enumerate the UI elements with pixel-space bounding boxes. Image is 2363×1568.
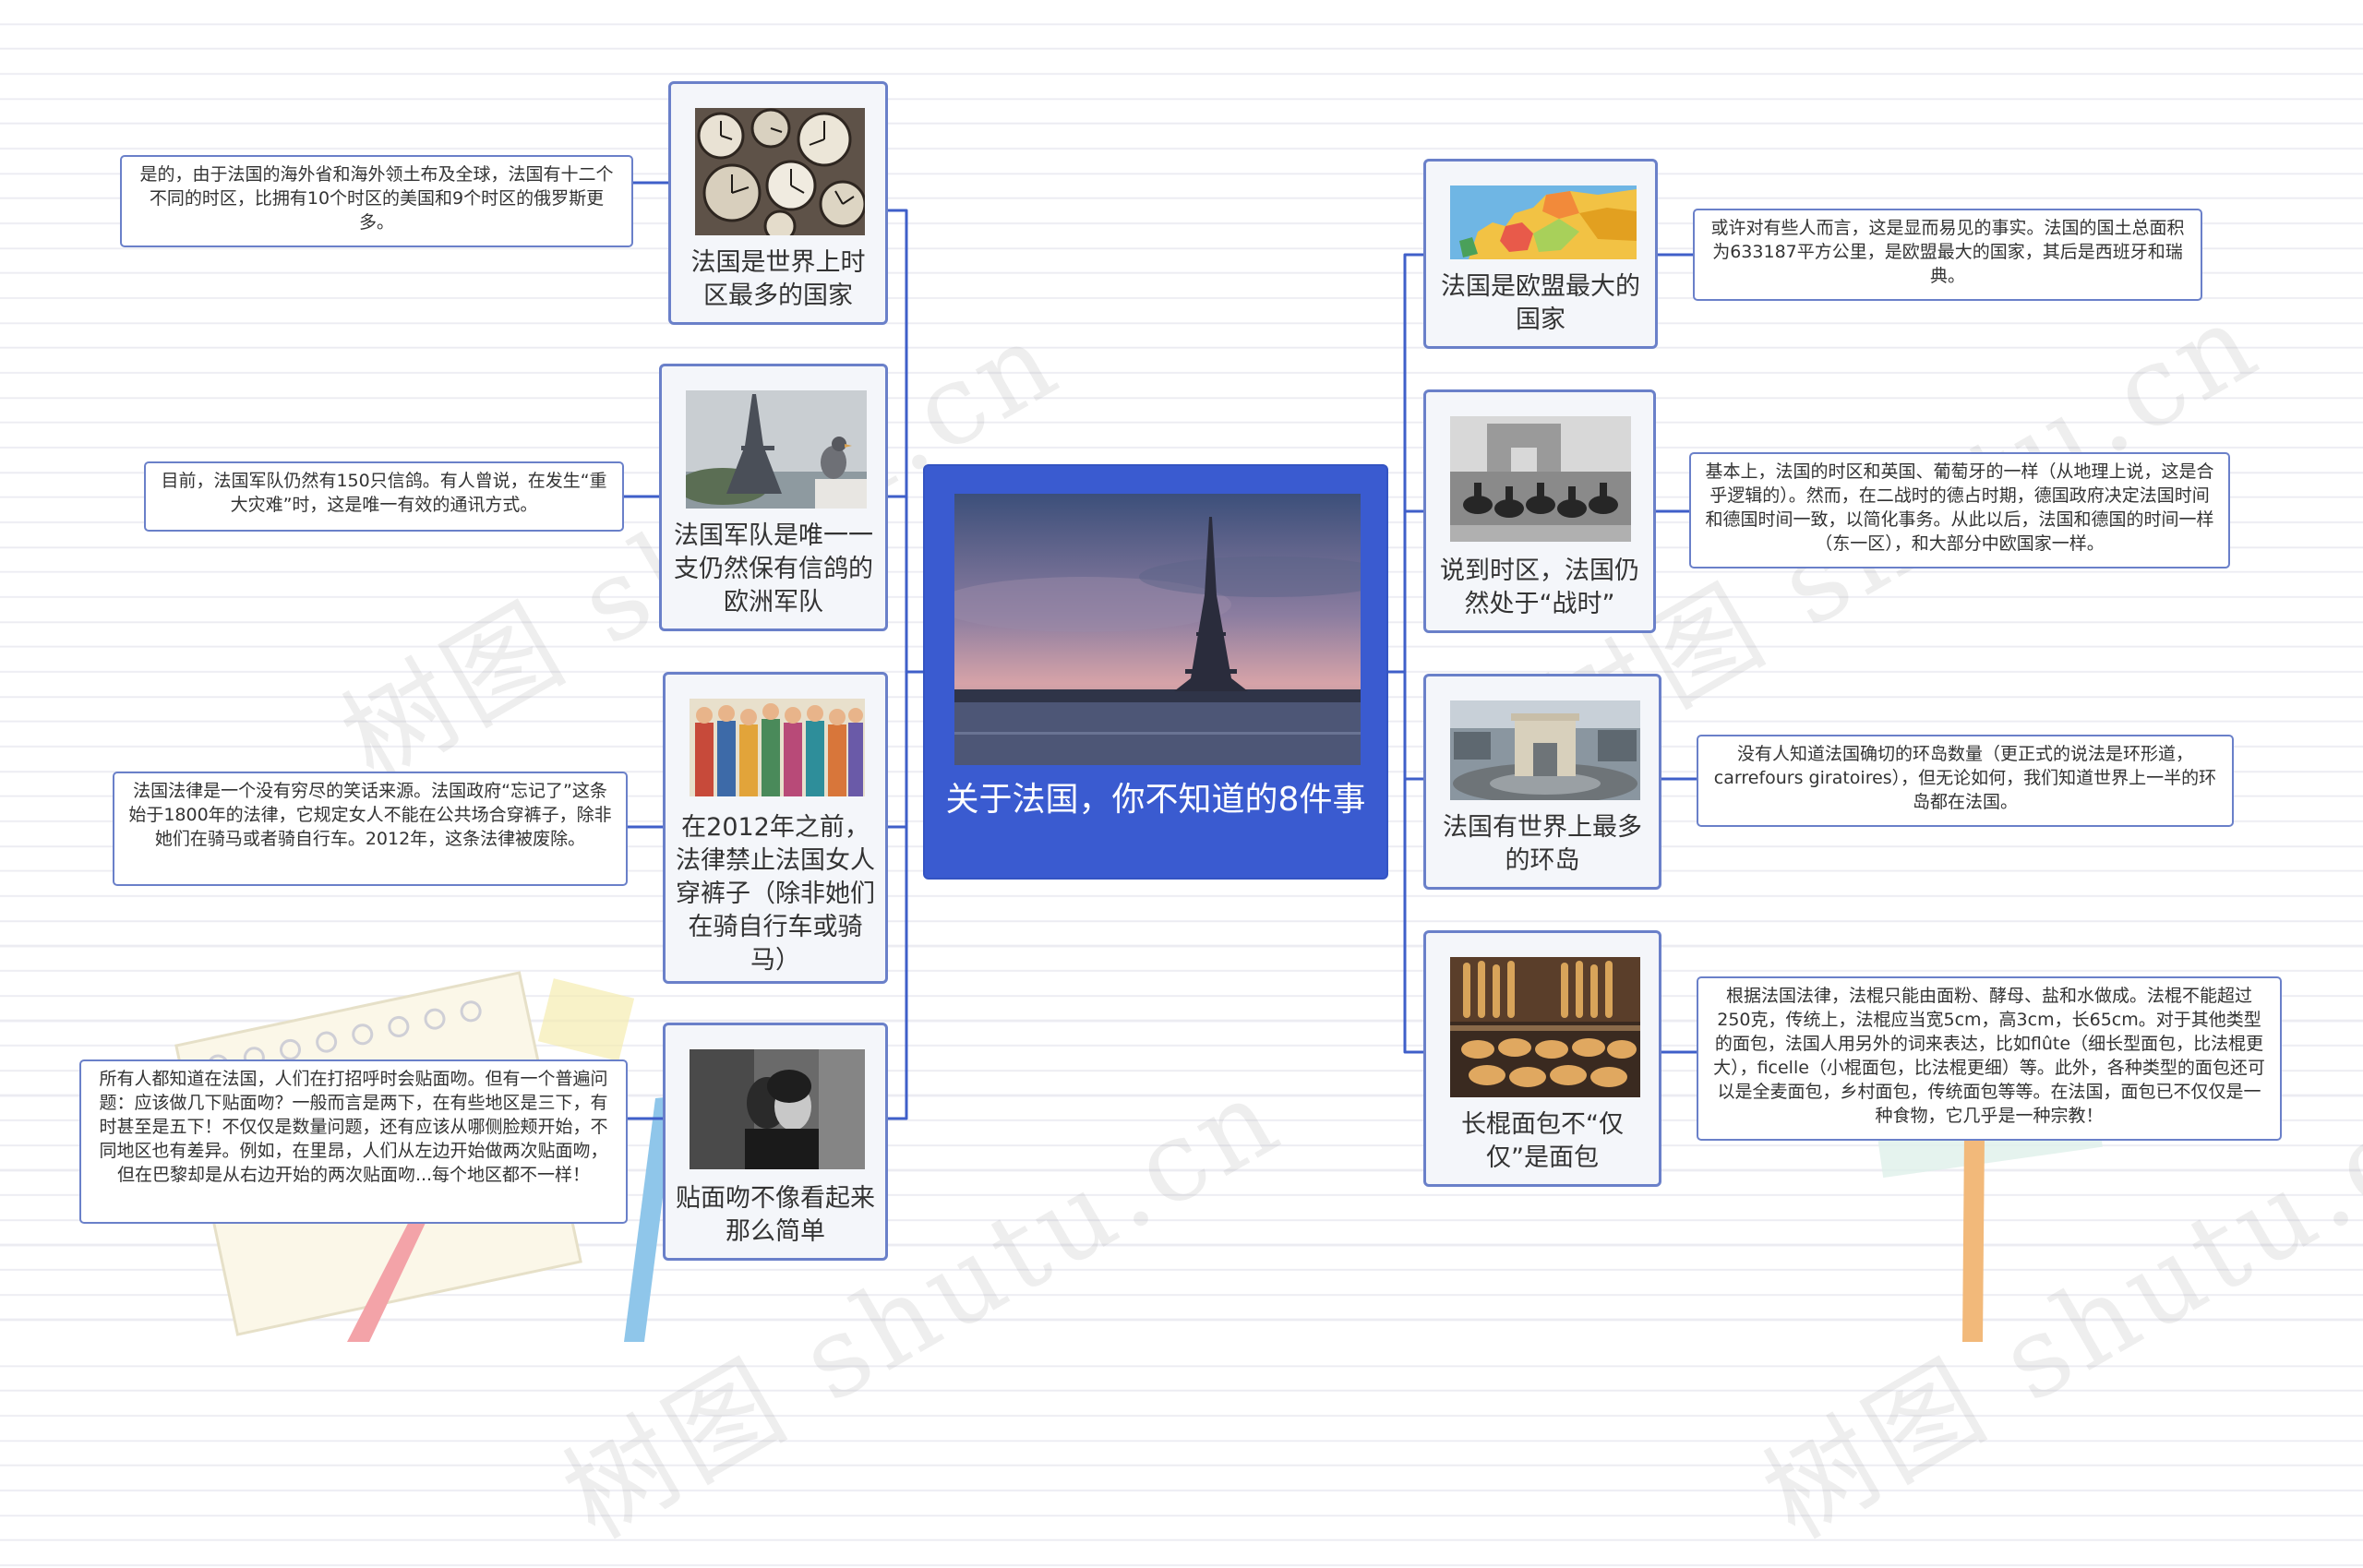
topic-timezones-label: 法国是世界上时区最多的国家 xyxy=(690,248,866,310)
note-baguette: 根据法国法律，法棍只能由面粉、酵母、盐和水做成。法棍不能超过250克，传统上，法… xyxy=(1697,976,2282,1141)
note-kiss: 所有人都知道在法国，人们在打招呼时会贴面吻。但有一个普遍问题：应该做几下贴面吻？… xyxy=(79,1059,628,1224)
eiffel-tower-sunset-image xyxy=(954,494,1361,765)
central-topic-title: 关于法国，你不知道的8件事 xyxy=(945,781,1366,819)
eiffel-pigeon-image xyxy=(686,390,867,509)
topic-trousers-label: 在2012年之前，法律禁止法国女人穿裤子（除非她们在骑自行车或骑马） xyxy=(676,813,875,975)
note-war: 基本上，法国的时区和英国、葡萄牙的一样（从地理上说，这是合乎逻辑的）。然而，在二… xyxy=(1689,452,2230,569)
topic-kiss[interactable]: 贴面吻不像看起来那么简单 xyxy=(663,1023,888,1261)
topic-timezones[interactable]: 法国是世界上时区最多的国家 xyxy=(668,81,888,325)
bakery-bread-image xyxy=(1450,957,1640,1097)
note-timezones: 是的，由于法国的海外省和海外领土布及全球，法国有十二个不同的时区，比拥有10个时… xyxy=(120,155,633,247)
note-pigeons: 目前，法国军队仍然有150只信鸽。有人曾说，在发生“重大灾难”时，这是唯一有效的… xyxy=(144,461,624,532)
topic-baguette-label: 长棍面包不“仅仅”是面包 xyxy=(1461,1110,1624,1172)
arc-de-triomphe-image xyxy=(1450,700,1640,800)
topic-war[interactable]: 说到时区，法国仍然处于“战时” xyxy=(1423,389,1656,633)
note-trousers: 法国法律是一个没有穷尽的笑话来源。法国政府“忘记了”这条始于1800年的法律，它… xyxy=(113,772,628,886)
topic-pigeons[interactable]: 法国军队是唯一一支仍然保有信鸽的欧洲军队 xyxy=(659,364,888,631)
clocks-image xyxy=(695,108,865,235)
central-topic[interactable]: 关于法国，你不知道的8件事 xyxy=(923,464,1388,880)
topic-kiss-label: 贴面吻不像看起来那么简单 xyxy=(676,1184,875,1246)
topic-roundabouts[interactable]: 法国有世界上最多的环岛 xyxy=(1423,674,1661,890)
topic-largest[interactable]: 法国是欧盟最大的国家 xyxy=(1423,159,1658,349)
mind-map-canvas: 树图 shutu.cn 树图 shutu.cn 树图 shutu.cn 树图 s… xyxy=(0,0,2363,1563)
note-roundabouts: 没有人知道法国确切的环岛数量（更正式的说法是环形道，carrefours gir… xyxy=(1697,735,2234,827)
kiss-photo-image xyxy=(690,1049,865,1169)
vintage-women-image xyxy=(690,699,865,796)
topic-pigeons-label: 法国军队是唯一一支仍然保有信鸽的欧洲军队 xyxy=(674,521,873,616)
europe-map-image xyxy=(1450,186,1637,259)
note-largest: 或许对有些人而言，这是显而易见的事实。法国的国土总面积为633187平方公里，是… xyxy=(1693,209,2202,301)
topic-largest-label: 法国是欧盟最大的国家 xyxy=(1441,272,1640,334)
arc-parade-image xyxy=(1450,416,1631,542)
topic-baguette[interactable]: 长棍面包不“仅仅”是面包 xyxy=(1423,930,1661,1187)
topic-roundabouts-label: 法国有世界上最多的环岛 xyxy=(1443,813,1642,875)
topic-war-label: 说到时区，法国仍然处于“战时” xyxy=(1440,557,1639,618)
topic-trousers[interactable]: 在2012年之前，法律禁止法国女人穿裤子（除非她们在骑自行车或骑马） xyxy=(663,672,888,984)
